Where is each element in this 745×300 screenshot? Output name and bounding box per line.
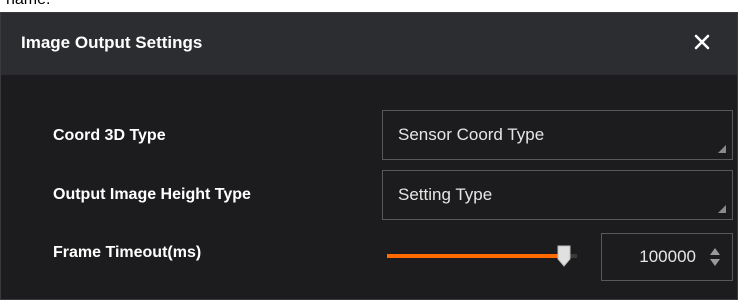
dropdown-corner-icon xyxy=(718,145,726,153)
close-icon xyxy=(694,34,710,50)
close-button[interactable] xyxy=(689,29,715,55)
output-image-height-type-select[interactable]: Setting Type xyxy=(382,170,733,220)
dialog-title: Image Output Settings xyxy=(21,33,203,52)
coord-3d-type-label: Coord 3D Type xyxy=(53,127,166,144)
slider-thumb[interactable] xyxy=(557,245,571,267)
output-image-height-type-value: Setting Type xyxy=(398,185,493,204)
spin-arrows-icon[interactable] xyxy=(708,245,722,269)
coord-3d-type-select[interactable]: Sensor Coord Type xyxy=(382,110,733,160)
background-caption: name. xyxy=(6,0,50,9)
frame-timeout-label: Frame Timeout(ms) xyxy=(53,244,202,261)
dropdown-corner-icon xyxy=(718,205,726,213)
dialog-titlebar: Image Output Settings xyxy=(1,13,737,75)
output-image-height-type-label: Output Image Height Type xyxy=(53,186,251,203)
slider-fill xyxy=(387,254,564,258)
frame-timeout-value: 100000 xyxy=(639,247,696,266)
coord-3d-type-value: Sensor Coord Type xyxy=(398,125,545,144)
image-output-settings-dialog: Image Output Settings Coord 3D Type Sens… xyxy=(0,12,738,300)
frame-timeout-slider[interactable] xyxy=(387,241,577,271)
frame-timeout-spinbox[interactable]: 100000 xyxy=(601,233,733,281)
